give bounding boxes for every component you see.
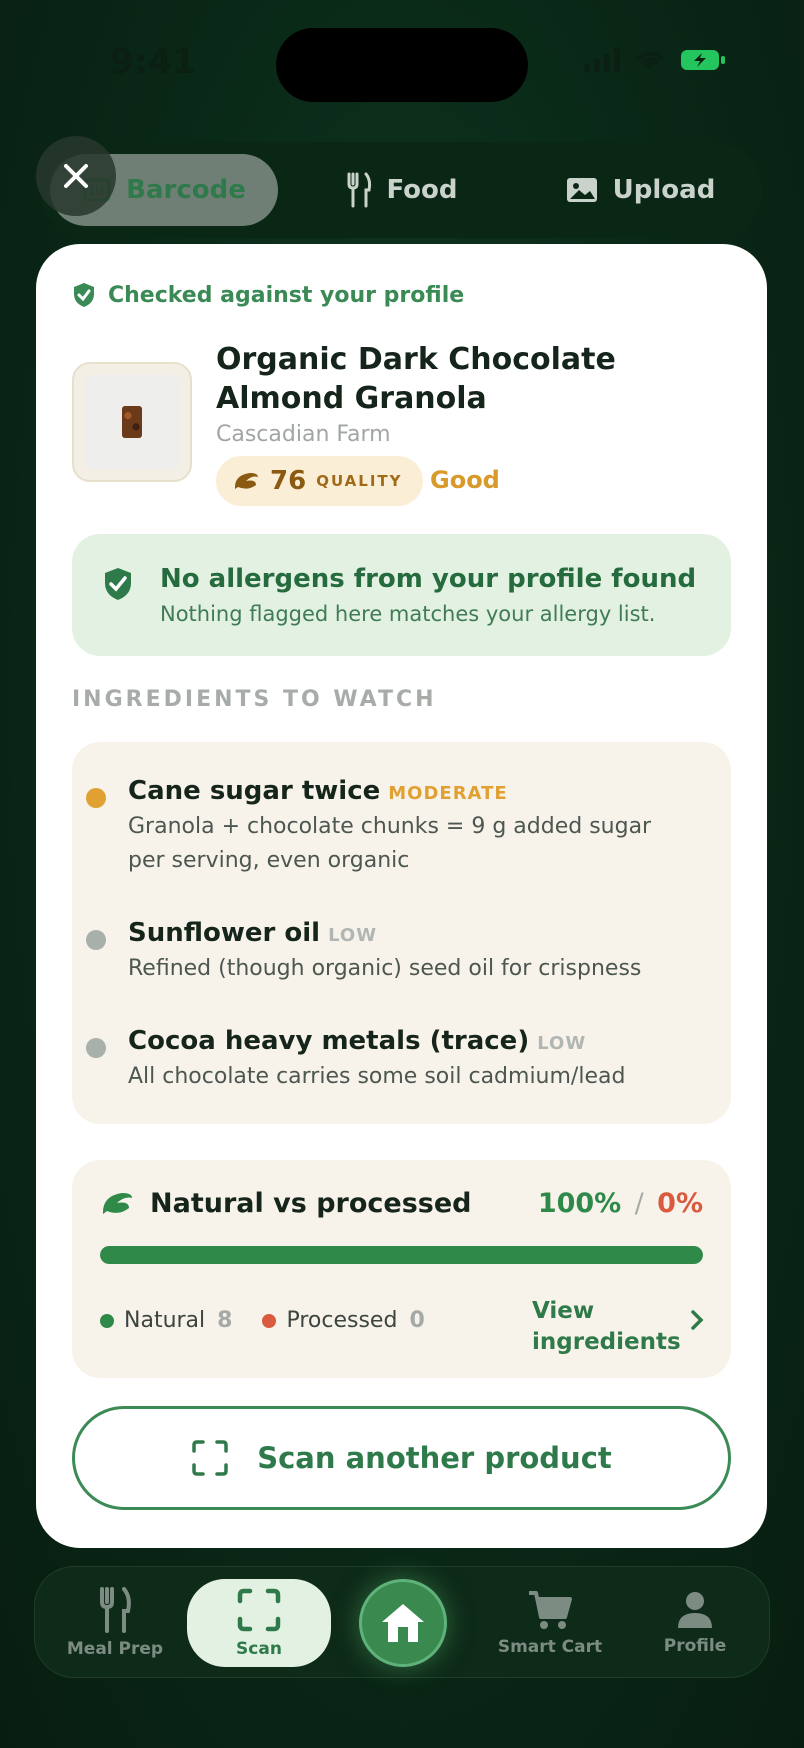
leaf-icon xyxy=(234,473,258,489)
natural-count: 8 xyxy=(217,1308,233,1333)
scan-another-button[interactable]: Scan another product xyxy=(72,1406,731,1510)
nav-profile[interactable]: Profile xyxy=(625,1567,765,1679)
scan-another-label: Scan another product xyxy=(257,1441,612,1475)
processed-count: 0 xyxy=(409,1308,425,1333)
ingredient-name: Cane sugar twice xyxy=(128,776,381,806)
product-photo xyxy=(122,406,142,438)
allergen-subtitle: Nothing flagged here matches your allerg… xyxy=(160,602,656,626)
nav-scan[interactable]: Scan xyxy=(187,1579,331,1667)
image-icon xyxy=(566,178,597,202)
close-button[interactable] xyxy=(36,136,116,216)
checked-label: Checked against your profile xyxy=(108,282,465,308)
chevron-right-icon[interactable] xyxy=(689,1308,705,1332)
fork-knife-icon xyxy=(100,1587,131,1633)
severity-label: LOW xyxy=(537,1033,587,1054)
nvp-percentages: 100% / 0% xyxy=(538,1188,703,1219)
list-item[interactable]: Cane sugar twice MODERATE Granola + choco… xyxy=(86,776,688,878)
processed-label: Processed xyxy=(286,1308,398,1333)
nav-home-button[interactable] xyxy=(359,1579,447,1667)
severity-label: LOW xyxy=(328,925,378,946)
natural-progress-bar xyxy=(100,1246,703,1264)
nav-label: Meal Prep xyxy=(66,1639,164,1659)
score-label: QUALITY xyxy=(316,472,403,490)
person-icon xyxy=(678,1592,712,1628)
ingredient-description: All chocolate carries some soil cadmium/… xyxy=(128,1064,626,1089)
status-icons xyxy=(584,48,726,72)
scan-mode-tabs: Barcode Food Upload xyxy=(40,142,762,238)
severity-dot xyxy=(86,1038,106,1058)
natural-vs-processed-card: Natural vs processed 100% / 0% Natural 8… xyxy=(72,1160,731,1378)
ingredient-description: Refined (though organic) seed oil for cr… xyxy=(128,956,642,981)
result-card: Checked against your profile Organic Dar… xyxy=(36,244,767,1548)
ingredients-watch-list: Cane sugar twice MODERATE Granola + choco… xyxy=(72,742,731,1124)
product-brand: Cascadian Farm xyxy=(216,422,391,447)
home-icon xyxy=(382,1604,424,1642)
natural-dot xyxy=(100,1313,114,1328)
leaf-icon xyxy=(102,1193,132,1214)
list-item[interactable]: Cocoa heavy metals (trace) LOW All chocol… xyxy=(86,1026,688,1094)
list-item[interactable]: Sunflower oil LOW Refined (though organic… xyxy=(86,918,688,986)
nav-smart-cart[interactable]: Smart Cart xyxy=(475,1567,625,1679)
section-heading: INGREDIENTS TO WATCH xyxy=(72,687,437,712)
scan-icon xyxy=(192,1440,228,1476)
nav-meal-prep[interactable]: Meal Prep xyxy=(45,1567,185,1679)
battery-icon xyxy=(681,50,725,70)
scan-icon xyxy=(237,1588,281,1632)
tab-label: Barcode xyxy=(126,175,246,205)
tab-upload[interactable]: Upload xyxy=(530,154,750,226)
signal-icon xyxy=(584,48,620,72)
processed-dot xyxy=(262,1313,277,1328)
score-value: 76 xyxy=(270,466,307,496)
quality-score-badge: 76 QUALITY xyxy=(216,456,423,506)
dynamic-island xyxy=(276,28,528,102)
tab-food[interactable]: Food xyxy=(302,154,502,226)
bottom-nav: Meal Prep Scan Smart Cart Profile xyxy=(34,1566,770,1678)
natural-percent: 100% xyxy=(537,1188,622,1219)
cart-icon xyxy=(529,1591,572,1629)
score-rating: Good xyxy=(430,466,500,494)
ingredient-description: Granola + chocolate chunks = 9 g added s… xyxy=(128,814,652,873)
shield-check-icon xyxy=(105,568,131,600)
product-title: Organic Dark Chocolate Almond Granola xyxy=(216,342,616,416)
fork-knife-icon xyxy=(347,172,372,208)
allergen-status-box: No allergens from your profile found Not… xyxy=(72,534,731,656)
product-image xyxy=(72,362,192,482)
nav-label: Profile xyxy=(663,1636,727,1656)
nvp-legend: Natural 8 Processed 0 xyxy=(100,1308,455,1333)
ingredient-name: Cocoa heavy metals (trace) xyxy=(128,1026,530,1056)
view-ingredients-link[interactable]: View ingredients xyxy=(532,1296,682,1358)
shield-check-icon xyxy=(74,283,94,307)
processed-percent: 0% xyxy=(657,1188,703,1219)
severity-dot xyxy=(86,788,106,808)
status-time: 9:41 xyxy=(110,42,197,82)
nav-label: Smart Cart xyxy=(497,1637,603,1657)
natural-label: Natural xyxy=(124,1308,206,1333)
ingredient-name: Sunflower oil xyxy=(128,918,321,948)
wifi-icon xyxy=(637,51,663,70)
natural-progress-fill xyxy=(100,1246,703,1264)
tab-label: Upload xyxy=(612,175,716,205)
tab-label: Food xyxy=(386,175,458,205)
severity-dot xyxy=(86,930,106,950)
nvp-title: Natural vs processed xyxy=(150,1188,472,1219)
percent-separator: / xyxy=(634,1188,644,1219)
nav-label: Scan xyxy=(236,1639,282,1659)
profile-check-note: Checked against your profile xyxy=(72,282,464,308)
allergen-title: No allergens from your profile found xyxy=(160,564,697,594)
severity-label: MODERATE xyxy=(388,783,508,804)
close-icon xyxy=(64,164,88,188)
